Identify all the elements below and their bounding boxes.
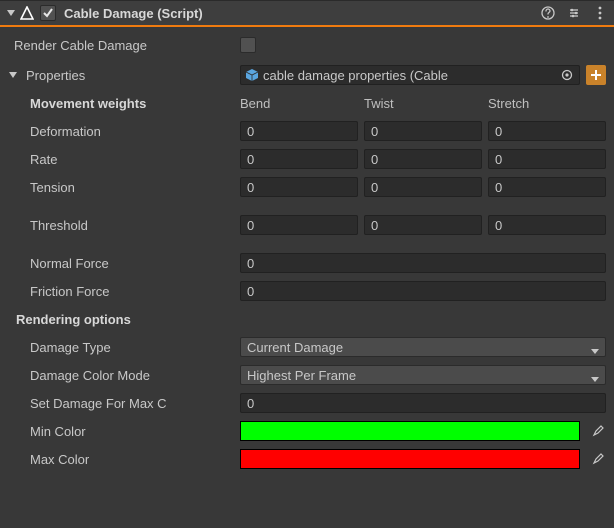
set-damage-max-field[interactable]: 0: [240, 393, 606, 413]
damage-color-mode-row: Damage Color Mode Highest Per Frame: [8, 364, 606, 386]
create-asset-button[interactable]: [586, 65, 606, 85]
properties-object-field[interactable]: cable damage properties (Cable: [240, 65, 580, 85]
threshold-label: Threshold: [8, 218, 240, 233]
component-header-block: Cable Damage (Script): [0, 0, 614, 27]
rendering-section-row: Rendering options: [8, 308, 606, 330]
preset-icon[interactable]: [566, 5, 582, 21]
deformation-twist-field[interactable]: 0: [364, 121, 482, 141]
rate-bend-field[interactable]: 0: [240, 149, 358, 169]
help-icon[interactable]: [540, 5, 556, 21]
component-enabled-checkbox[interactable]: [40, 5, 56, 21]
component-title: Cable Damage (Script): [64, 6, 540, 21]
properties-section-label: Properties: [26, 68, 85, 83]
tension-bend-field[interactable]: 0: [240, 177, 358, 197]
deformation-stretch-field[interactable]: 0: [488, 121, 606, 141]
render-cable-damage-label: Render Cable Damage: [8, 38, 240, 53]
damage-type-value: Current Damage: [247, 340, 343, 355]
tension-row: Tension 0 0 0: [8, 176, 606, 198]
threshold-stretch-field[interactable]: 0: [488, 215, 606, 235]
eyedropper-icon[interactable]: [590, 451, 606, 467]
eyedropper-icon[interactable]: [590, 423, 606, 439]
friction-force-field[interactable]: 0: [240, 281, 606, 301]
render-cable-damage-row: Render Cable Damage: [8, 34, 606, 56]
rate-label: Rate: [8, 152, 240, 167]
component-header[interactable]: Cable Damage (Script): [0, 1, 614, 27]
properties-object-text: cable damage properties (Cable: [263, 68, 555, 83]
normal-force-field[interactable]: 0: [240, 253, 606, 273]
damage-type-dropdown[interactable]: Current Damage: [240, 337, 606, 357]
max-color-label: Max Color: [8, 452, 240, 467]
max-color-row: Max Color: [8, 448, 606, 470]
min-color-row: Min Color: [8, 420, 606, 442]
col-bend-label: Bend: [240, 96, 358, 111]
render-cable-damage-checkbox[interactable]: [240, 37, 256, 53]
deformation-bend-field[interactable]: 0: [240, 121, 358, 141]
movement-weights-label: Movement weights: [8, 96, 240, 111]
set-damage-max-label: Set Damage For Max C: [8, 396, 240, 411]
movement-weights-header-row: Movement weights Bend Twist Stretch: [8, 92, 606, 114]
tension-twist-field[interactable]: 0: [364, 177, 482, 197]
rate-stretch-field[interactable]: 0: [488, 149, 606, 169]
damage-color-mode-dropdown[interactable]: Highest Per Frame: [240, 365, 606, 385]
threshold-row: Threshold 0 0 0: [8, 214, 606, 236]
deformation-label: Deformation: [8, 124, 240, 139]
min-color-label: Min Color: [8, 424, 240, 439]
threshold-bend-field[interactable]: 0: [240, 215, 358, 235]
tension-label: Tension: [8, 180, 240, 195]
dropdown-arrow-icon: [591, 371, 599, 379]
dropdown-arrow-icon: [591, 343, 599, 351]
friction-force-row: Friction Force 0: [8, 280, 606, 302]
header-toolbar: [540, 5, 608, 21]
deformation-row: Deformation 0 0 0: [8, 120, 606, 142]
normal-force-label: Normal Force: [8, 256, 240, 271]
properties-row: Properties cable damage properties (Cabl…: [8, 64, 606, 86]
max-color-swatch[interactable]: [240, 449, 580, 469]
component-foldout-toggle[interactable]: [6, 8, 16, 18]
component-body: Render Cable Damage Properties cable dam…: [0, 27, 614, 478]
friction-force-label: Friction Force: [8, 284, 240, 299]
tension-stretch-field[interactable]: 0: [488, 177, 606, 197]
context-menu-icon[interactable]: [592, 5, 608, 21]
damage-color-mode-value: Highest Per Frame: [247, 368, 356, 383]
col-stretch-label: Stretch: [488, 96, 606, 111]
rate-row: Rate 0 0 0: [8, 148, 606, 170]
min-color-swatch[interactable]: [240, 421, 580, 441]
prefab-cube-icon: [245, 68, 259, 82]
set-damage-max-row: Set Damage For Max C 0: [8, 392, 606, 414]
object-picker-icon[interactable]: [559, 67, 575, 83]
damage-type-label: Damage Type: [8, 340, 240, 355]
damage-color-mode-label: Damage Color Mode: [8, 368, 240, 383]
agx-logo-icon: [20, 6, 34, 20]
col-twist-label: Twist: [364, 96, 482, 111]
rate-twist-field[interactable]: 0: [364, 149, 482, 169]
normal-force-row: Normal Force 0: [8, 252, 606, 274]
rendering-section-label: Rendering options: [8, 312, 240, 327]
damage-type-row: Damage Type Current Damage: [8, 336, 606, 358]
threshold-twist-field[interactable]: 0: [364, 215, 482, 235]
properties-foldout-toggle[interactable]: [8, 70, 18, 80]
